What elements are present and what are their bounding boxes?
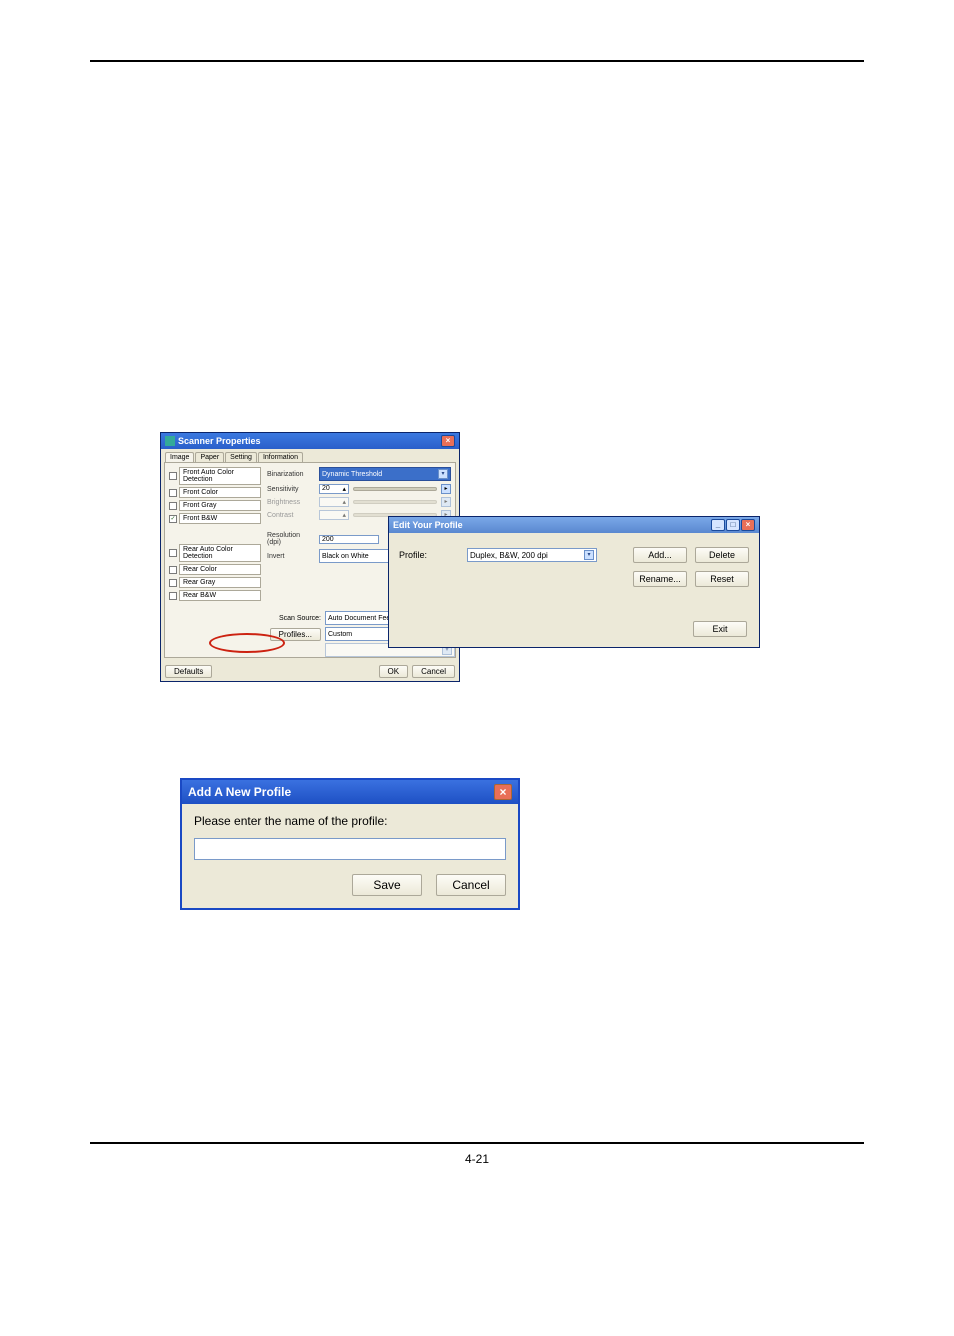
add-profile-window: Add A New Profile × Please enter the nam… [180, 778, 520, 910]
delete-button[interactable]: Delete [695, 547, 749, 563]
profiles-button[interactable]: Profiles... [270, 628, 321, 641]
sel-front-bw[interactable]: ✓Front B&W [169, 513, 261, 524]
add-title-text: Add A New Profile [188, 785, 291, 799]
sensitivity-spinner[interactable]: 20▴ [319, 484, 349, 494]
tabs: Image Paper Setting Information [161, 449, 459, 462]
ok-button[interactable]: OK [379, 665, 409, 678]
tab-paper[interactable]: Paper [195, 452, 224, 462]
page-number: 4-21 [90, 1152, 864, 1166]
sel-rear-gray[interactable]: Rear Gray [169, 577, 261, 588]
cancel-button[interactable]: Cancel [436, 874, 506, 896]
minimize-icon[interactable]: _ [711, 519, 725, 531]
exit-button[interactable]: Exit [693, 621, 747, 637]
add-prompt: Please enter the name of the profile: [194, 814, 506, 828]
scanner-title: Scanner Properties [178, 436, 261, 446]
maximize-icon[interactable]: □ [726, 519, 740, 531]
resolution-label: Resolution (dpi) [267, 532, 315, 546]
profile-label: Profile: [399, 550, 459, 560]
cancel-button[interactable]: Cancel [412, 665, 455, 678]
chevron-down-icon: ▾ [584, 550, 594, 560]
rule-bottom [90, 1142, 864, 1144]
defaults-button[interactable]: Defaults [165, 665, 212, 678]
brightness-slider [353, 500, 437, 504]
brightness-label: Brightness [267, 499, 315, 506]
binarization-label: Binarization [267, 471, 315, 478]
edit-title: Edit Your Profile [393, 520, 463, 530]
contrast-label: Contrast [267, 512, 315, 519]
add-body: Please enter the name of the profile: Sa… [182, 804, 518, 908]
slider-max-icon[interactable]: ▸ [441, 484, 451, 494]
figure-scanner-and-edit: Scanner Properties × Image Paper Setting… [160, 432, 760, 692]
sel-front-gray[interactable]: Front Gray [169, 500, 261, 511]
sel-rear-bw[interactable]: Rear B&W [169, 590, 261, 601]
tab-information[interactable]: Information [258, 452, 303, 462]
sensitivity-label: Sensitivity [267, 486, 315, 493]
tab-setting[interactable]: Setting [225, 452, 257, 462]
close-icon[interactable]: × [441, 435, 455, 447]
reset-button[interactable]: Reset [695, 571, 749, 587]
content: Scanner Properties × Image Paper Setting… [90, 62, 864, 1142]
add-titlebar: Add A New Profile × [182, 780, 518, 804]
add-button[interactable]: Add... [633, 547, 687, 563]
sel-rear-color[interactable]: Rear Color [169, 564, 261, 575]
profile-name-input[interactable] [194, 838, 506, 860]
invert-label: Invert [267, 553, 315, 560]
contrast-spinner: ▴ [319, 510, 349, 520]
chevron-down-icon: ▾ [438, 469, 448, 479]
sel-front-auto[interactable]: Front Auto Color Detection [169, 467, 261, 485]
resolution-input[interactable]: 200 [319, 535, 379, 544]
brightness-spinner: ▴ [319, 497, 349, 507]
binarization-dropdown[interactable]: Dynamic Threshold▾ [319, 467, 451, 481]
dialog-buttons: Defaults OK Cancel [165, 665, 455, 678]
close-icon[interactable]: × [741, 519, 755, 531]
edit-body: Profile: Duplex, B&W, 200 dpi▾ Add... De… [389, 533, 759, 609]
save-button[interactable]: Save [352, 874, 422, 896]
edit-titlebar: Edit Your Profile _ □ × [389, 517, 759, 533]
sel-rear-auto[interactable]: Rear Auto Color Detection [169, 544, 261, 562]
scan-source-label: Scan Source: [279, 615, 321, 622]
scanner-titlebar: Scanner Properties × [161, 433, 459, 449]
slider-max-icon: ▸ [441, 497, 451, 507]
tab-image[interactable]: Image [165, 452, 194, 462]
rename-button[interactable]: Rename... [633, 571, 687, 587]
close-icon[interactable]: × [494, 784, 512, 800]
profile-dropdown[interactable]: Duplex, B&W, 200 dpi▾ [467, 548, 597, 562]
app-icon [165, 436, 175, 446]
sensitivity-slider[interactable] [353, 487, 437, 491]
sel-front-color[interactable]: Front Color [169, 487, 261, 498]
edit-profile-window: Edit Your Profile _ □ × Profile: Duplex,… [388, 516, 760, 648]
